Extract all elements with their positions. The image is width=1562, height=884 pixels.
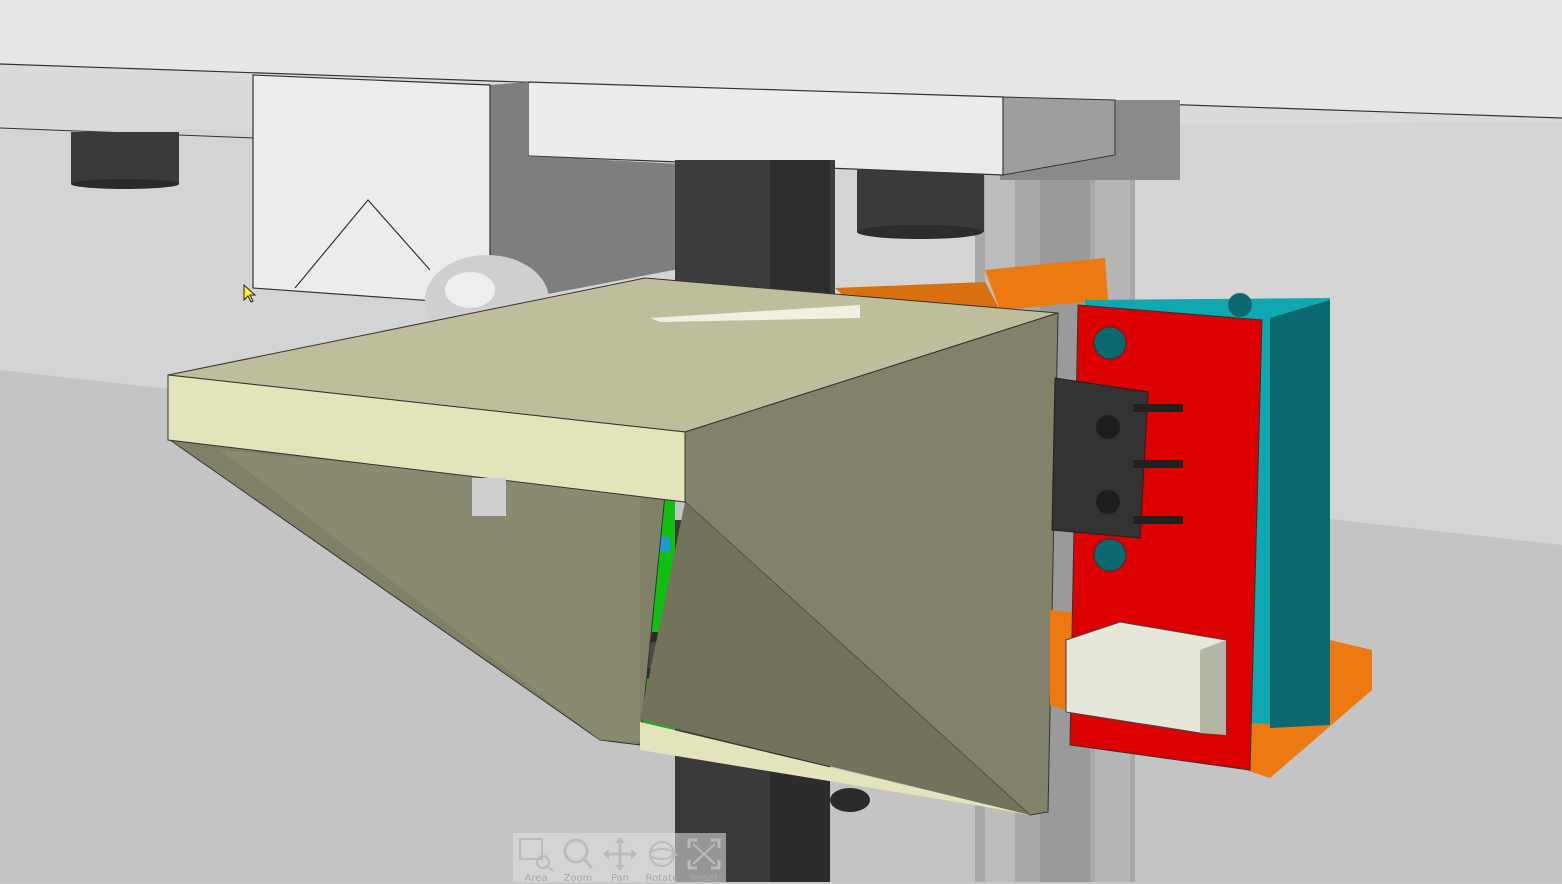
rail-bottom [830, 788, 870, 812]
endstop-assembly [1050, 293, 1372, 778]
tool-zoom[interactable]: Zoom [557, 833, 599, 884]
tool-pan[interactable]: Pan [599, 833, 641, 884]
tool-reset-label: Reset [690, 873, 718, 884]
zoom-icon [563, 838, 594, 869]
reset-view-icon [687, 838, 721, 870]
view-toolbar: Area Zoom Pan Rotate Reset [513, 833, 726, 884]
tool-rotate[interactable]: Rotate [641, 833, 683, 884]
tool-rotate-label: Rotate [645, 873, 679, 884]
mouse-cursor-icon [243, 284, 257, 303]
tool-reset[interactable]: Reset [683, 833, 725, 884]
tool-pan-label: Pan [610, 873, 630, 884]
rotate-icon [649, 841, 678, 867]
left-bearing [71, 132, 179, 189]
pan-icon [603, 837, 637, 871]
tool-zoom-label: Zoom [563, 873, 593, 884]
tool-area-label: Area [524, 873, 548, 884]
right-bearing [857, 170, 984, 239]
tool-area[interactable]: Area [515, 833, 557, 884]
area-zoom-icon [519, 838, 554, 872]
3d-viewport[interactable] [0, 0, 1562, 882]
